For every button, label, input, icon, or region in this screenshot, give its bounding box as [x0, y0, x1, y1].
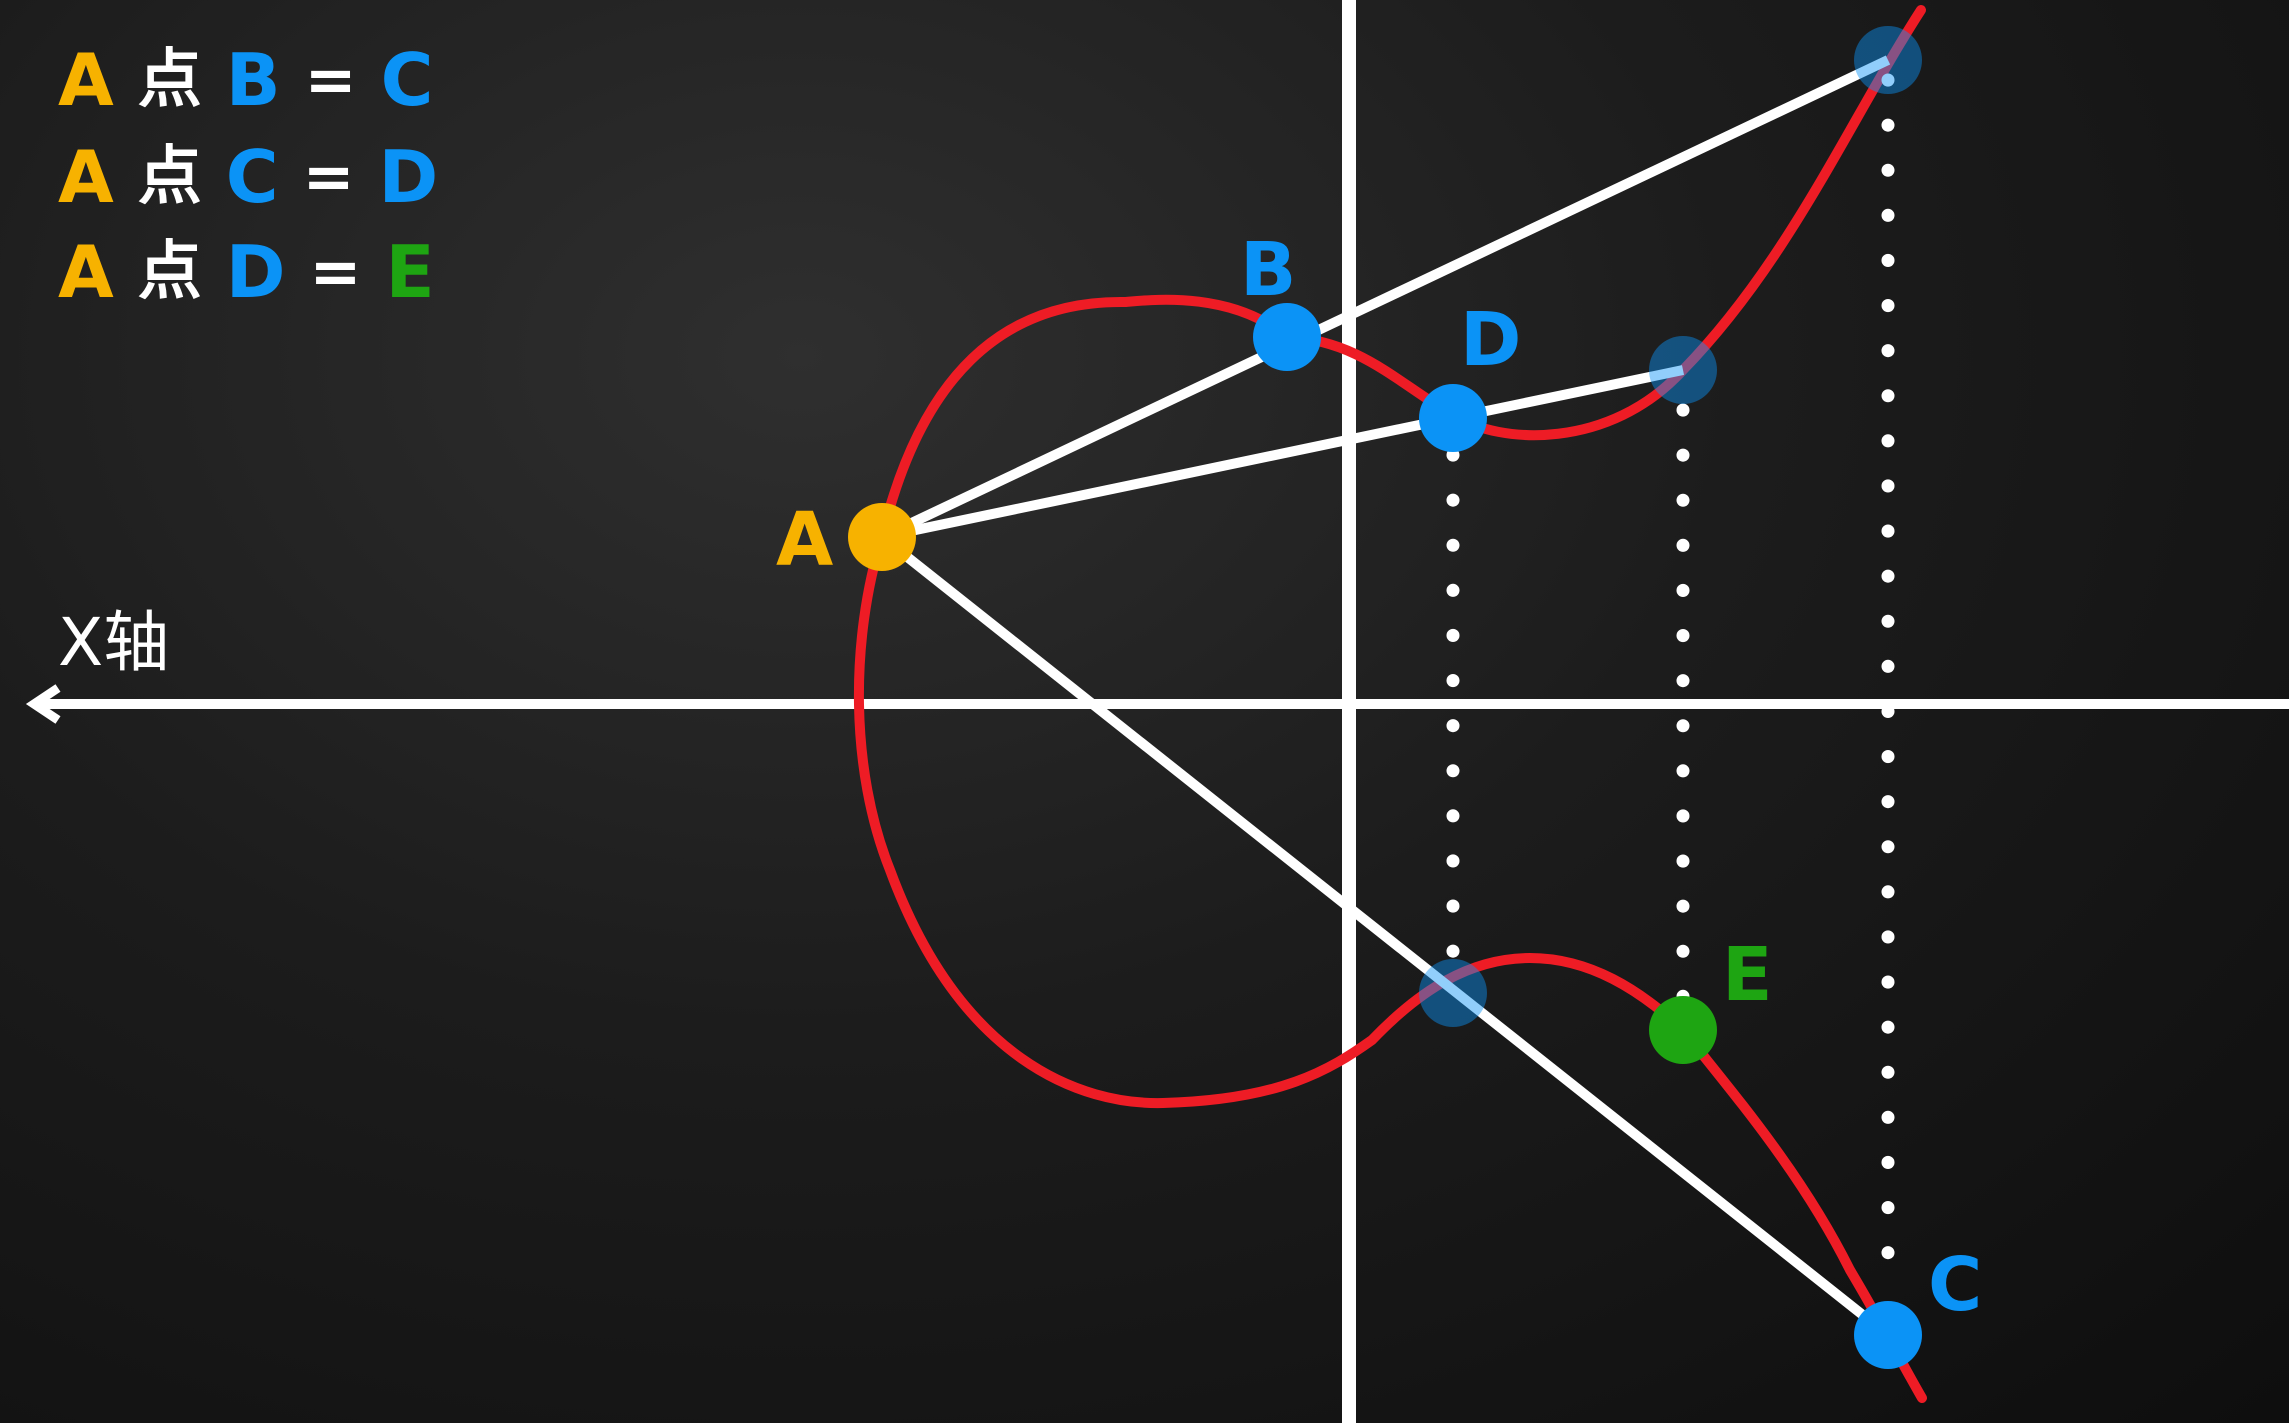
intersection-marker-lower [1419, 959, 1487, 1027]
point-d-label: D [1460, 297, 1521, 383]
point-e-label: E [1722, 932, 1773, 1018]
x-axis-label: X轴 [58, 604, 169, 681]
chord-a-b [879, 55, 1891, 542]
point-a [848, 503, 916, 571]
intersection-marker-upper [1649, 336, 1717, 404]
point-b [1253, 303, 1321, 371]
point-a-label: A [776, 497, 833, 583]
point-e [1649, 996, 1717, 1064]
point-c-label: C [1928, 1242, 1982, 1328]
point-b-label: B [1240, 227, 1296, 313]
diagram-canvas: A 点 B = C A 点 C = D A 点 D = E X轴 A B D E… [0, 0, 2289, 1423]
intersection-marker-top [1854, 26, 1922, 94]
point-d [1419, 384, 1487, 452]
point-c [1854, 1301, 1922, 1369]
chord-a-d [880, 365, 1685, 542]
elliptic-curve-diagram: X轴 A B D E C [25, 0, 2289, 1423]
